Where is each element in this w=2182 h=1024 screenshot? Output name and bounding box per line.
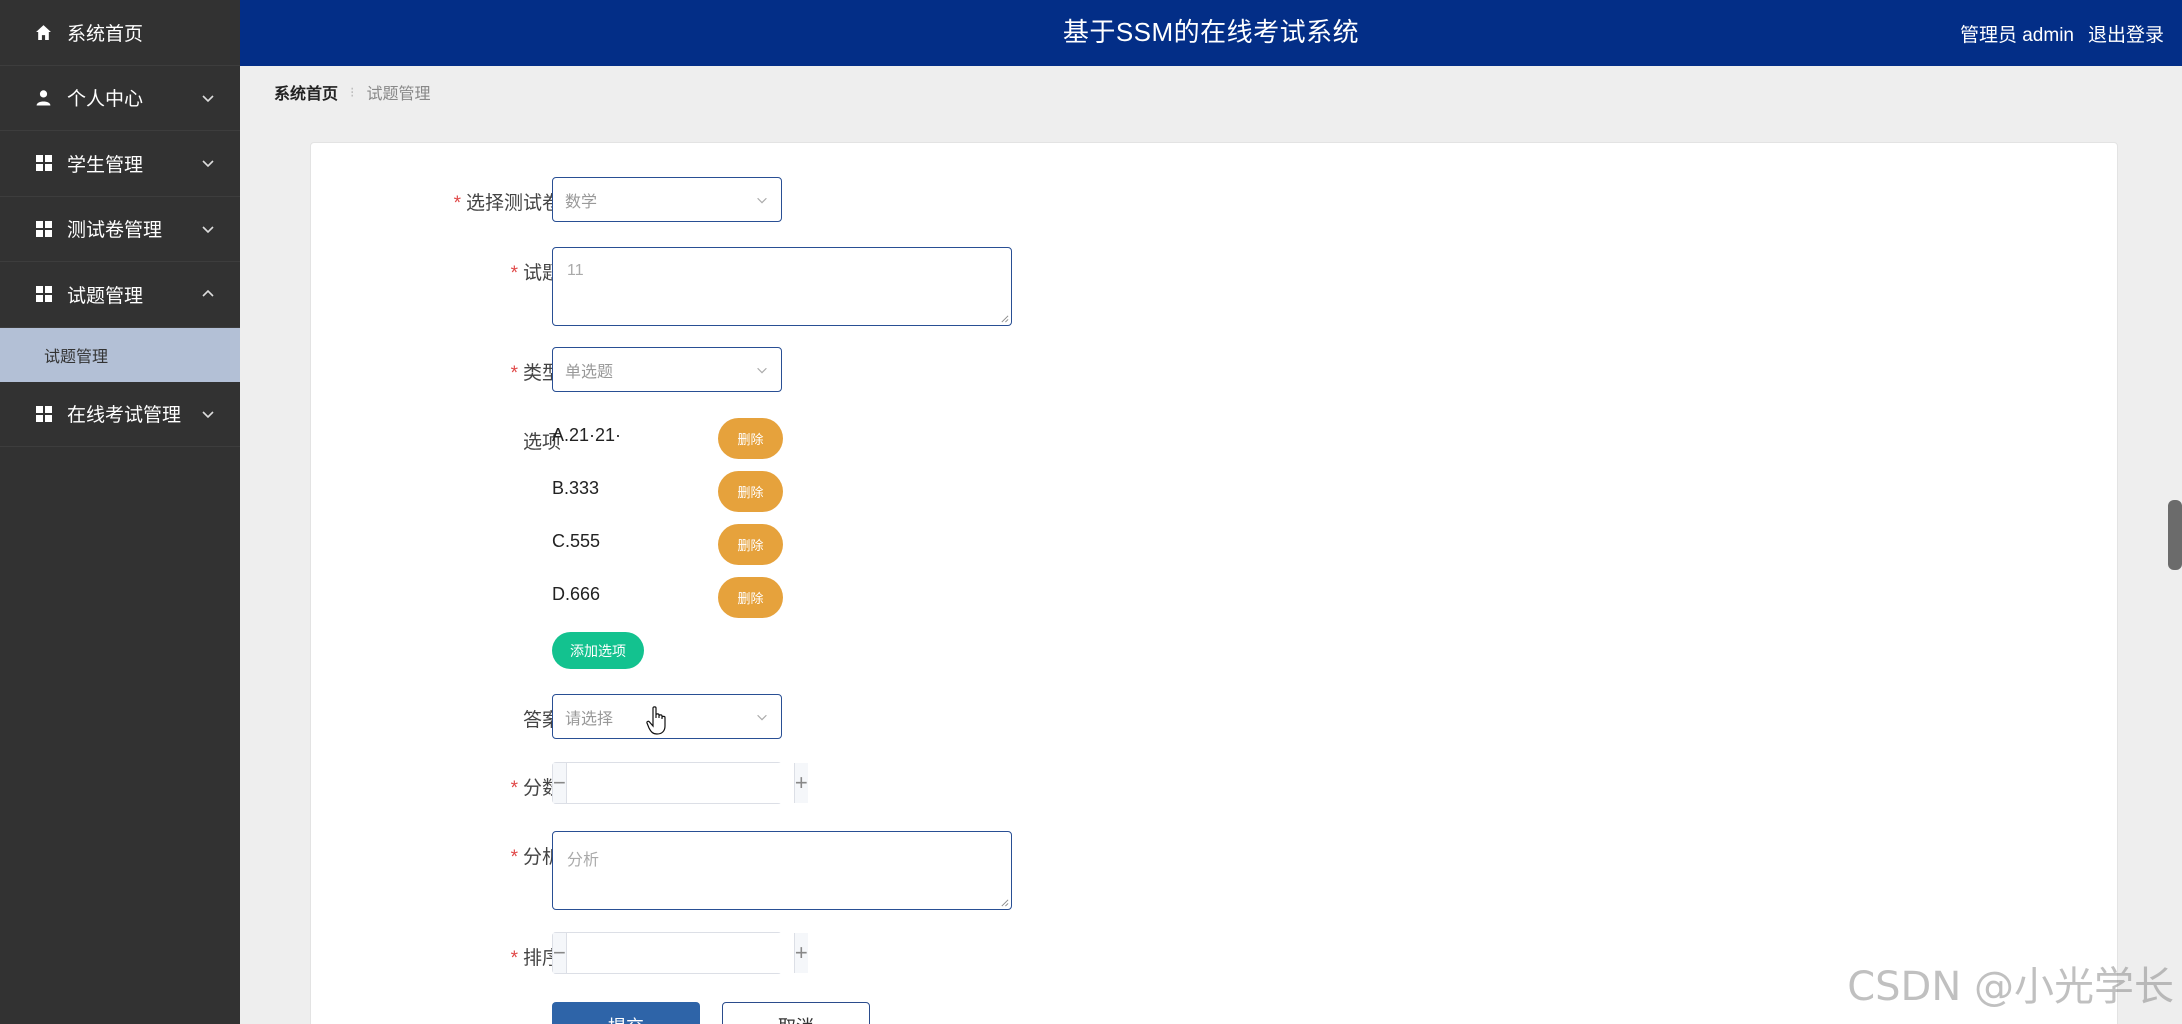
logout-link[interactable]: 退出登录 [2088, 20, 2164, 47]
app-title: 基于SSM的在线考试系统 [1062, 17, 1360, 47]
option-text-c: C.555 [552, 531, 601, 551]
chevron-down-icon [202, 226, 214, 233]
score-label: * 分数 [510, 778, 561, 799]
answer-label: 答案 [522, 710, 561, 731]
chevron-down-icon [757, 197, 767, 203]
order-label: * 排序 [510, 948, 561, 969]
sidebar-item-questions[interactable]: 试题管理 [0, 262, 240, 328]
sidebar-item-label: 测试卷管理 [67, 220, 163, 242]
chevron-down-icon [202, 95, 214, 102]
analysis-placeholder: 分析 [567, 852, 600, 869]
sidebar-subitem-questions[interactable]: 试题管理 [0, 327, 240, 382]
type-select-value: 单选题 [565, 363, 614, 381]
chevron-up-icon [202, 290, 214, 297]
type-select[interactable]: 单选题 [552, 347, 782, 392]
paper-select[interactable]: 数学 [552, 177, 782, 222]
chevron-down-icon [757, 714, 767, 720]
score-decrement-button[interactable]: − [553, 763, 567, 803]
delete-option-b-button[interactable]: 删除 [718, 471, 783, 512]
delete-option-a-button[interactable]: 删除 [718, 418, 783, 459]
add-option-button[interactable]: 添加选项 [552, 632, 644, 669]
delete-option-d-button[interactable]: 删除 [718, 577, 783, 618]
answer-select-placeholder: 请选择 [565, 710, 614, 728]
paper-select-value: 数学 [565, 193, 598, 211]
option-text-a: A.21·21· [552, 425, 622, 445]
header-user-area: 管理员 admin 退出登录 [1960, 0, 2164, 66]
sidebar-item-online-exam[interactable]: 在线考试管理 [0, 382, 240, 447]
order-stepper: − + [552, 932, 808, 974]
watermark: CSDN @小光学长 [1847, 964, 2174, 1010]
score-increment-button[interactable]: + [793, 763, 808, 803]
type-label: * 类型 [510, 363, 561, 384]
sidebar-item-label: 个人中心 [67, 89, 144, 111]
chevron-down-icon [757, 367, 767, 373]
resize-handle-icon[interactable] [1000, 314, 1009, 323]
sidebar-item-label: 系统首页 [67, 23, 144, 45]
home-icon [34, 23, 53, 42]
sidebar-item-profile[interactable]: 个人中心 [0, 66, 240, 131]
breadcrumb-separator: ⁝ [350, 83, 355, 100]
delete-option-c-button[interactable]: 删除 [718, 524, 783, 565]
sidebar-item-home[interactable]: 系统首页 [0, 0, 240, 66]
chevron-down-icon [202, 411, 214, 418]
sidebar-item-label: 在线考试管理 [67, 405, 182, 427]
page-scrollbar[interactable] [2168, 500, 2182, 570]
order-input[interactable] [566, 933, 794, 973]
admin-label: 管理员 admin [1959, 24, 2074, 46]
chevron-down-icon [202, 160, 214, 168]
sidebar: 系统首页 个人中心 学生管理 测试卷管理 试题管理 试题管理 在线考试管理 [0, 0, 240, 1024]
order-decrement-button[interactable]: − [553, 933, 567, 973]
top-header: 基于SSM的在线考试系统 管理员 admin 退出登录 [240, 0, 2182, 66]
breadcrumb-current: 试题管理 [366, 86, 431, 103]
paper-label: * 选择测试卷 [453, 193, 561, 214]
resize-handle-icon[interactable] [1000, 898, 1009, 907]
analysis-textarea[interactable]: 分析 [552, 831, 1012, 910]
options-label: 选项 [522, 432, 561, 453]
hand-cursor-icon [646, 706, 666, 735]
question-value: 11 [567, 262, 584, 279]
grid-icon [34, 154, 53, 173]
analysis-label: * 分析 [510, 847, 561, 868]
question-textarea[interactable]: 11 [552, 247, 1012, 326]
breadcrumb: 系统首页 ⁝ 试题管理 [274, 80, 430, 104]
order-increment-button[interactable]: + [793, 933, 808, 973]
score-stepper: − + [552, 762, 808, 804]
grid-icon [34, 285, 53, 304]
cancel-button[interactable]: 取消 [722, 1002, 870, 1024]
breadcrumb-home[interactable]: 系统首页 [274, 80, 338, 104]
submit-button[interactable]: 提交 [552, 1002, 700, 1024]
sidebar-item-students[interactable]: 学生管理 [0, 131, 240, 197]
sidebar-item-label: 学生管理 [67, 154, 144, 176]
grid-icon [34, 219, 53, 238]
option-text-d: D.666 [552, 584, 601, 604]
grid-icon [34, 404, 53, 423]
user-icon [34, 88, 53, 107]
form-card: * 选择测试卷 数学 * 试题 11 * 类型 单选题 选项 A.21·21· 删除 … [310, 142, 2118, 1024]
sidebar-item-papers[interactable]: 测试卷管理 [0, 197, 240, 262]
option-text-b: B.333 [552, 478, 600, 498]
score-input[interactable] [566, 763, 794, 803]
sidebar-item-label: 试题管理 [67, 285, 144, 307]
question-label: * 试题 [510, 263, 561, 284]
